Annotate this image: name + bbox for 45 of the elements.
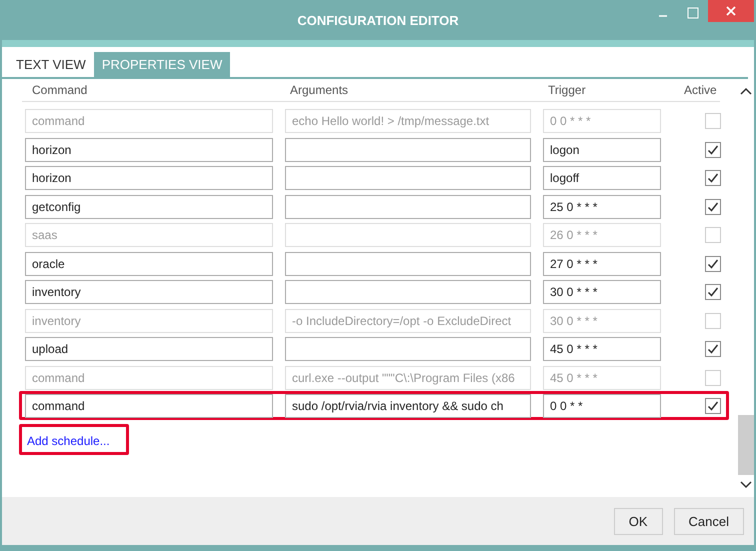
trigger-field[interactable]: logoff [543,166,661,190]
command-field[interactable]: upload [25,337,273,361]
arguments-field[interactable] [285,194,531,218]
column-header: Active [683,83,718,97]
arguments-field[interactable]: sudo /opt/rvia/rvia inventory && sudo ch [285,394,531,418]
column-header: Trigger [547,83,587,97]
active-checkbox[interactable] [705,370,721,386]
arguments-field[interactable] [285,252,531,276]
column-header: Arguments [289,83,350,97]
close-icon [726,6,736,16]
window-title: CONFIGURATION EDITOR [297,12,459,28]
arguments-field[interactable] [285,166,531,190]
arguments-field[interactable] [285,280,531,304]
ok-button[interactable]: OK [614,508,663,534]
active-checkbox[interactable] [705,227,721,243]
command-field[interactable]: oracle [25,252,273,276]
active-checkbox[interactable] [705,142,721,158]
command-field[interactable]: getconfig [25,194,273,218]
active-checkbox[interactable] [705,312,721,328]
command-field[interactable]: horizon [25,166,273,190]
trigger-field[interactable]: 0 0 * * [543,394,661,418]
active-checkbox[interactable] [705,113,721,129]
command-field[interactable]: inventory [25,280,273,304]
scroll-up-icon[interactable] [740,87,752,95]
scroll-down-icon[interactable] [740,481,752,489]
trigger-field[interactable]: 27 0 * * * [543,252,661,276]
trigger-field[interactable]: logon [543,138,661,162]
active-checkbox[interactable] [705,256,721,272]
active-checkbox[interactable] [705,170,721,186]
active-checkbox[interactable] [705,198,721,214]
trigger-field[interactable]: 45 0 * * * [543,337,661,361]
tab[interactable]: TEXT VIEW [8,52,94,77]
command-field[interactable]: command [25,394,273,418]
cancel-button[interactable]: Cancel [674,508,744,534]
arguments-field[interactable] [285,337,531,361]
command-field[interactable]: horizon [25,138,273,162]
scrollbar-thumb[interactable] [738,415,754,475]
column-header: Command [31,83,88,97]
trigger-field[interactable]: 25 0 * * * [543,194,661,218]
trigger-field[interactable]: 30 0 * * * [543,280,661,304]
active-checkbox[interactable] [705,284,721,300]
arguments-field[interactable] [285,138,531,162]
active-checkbox[interactable] [705,341,721,357]
active-checkbox[interactable] [705,398,721,414]
close-button[interactable] [708,0,754,22]
